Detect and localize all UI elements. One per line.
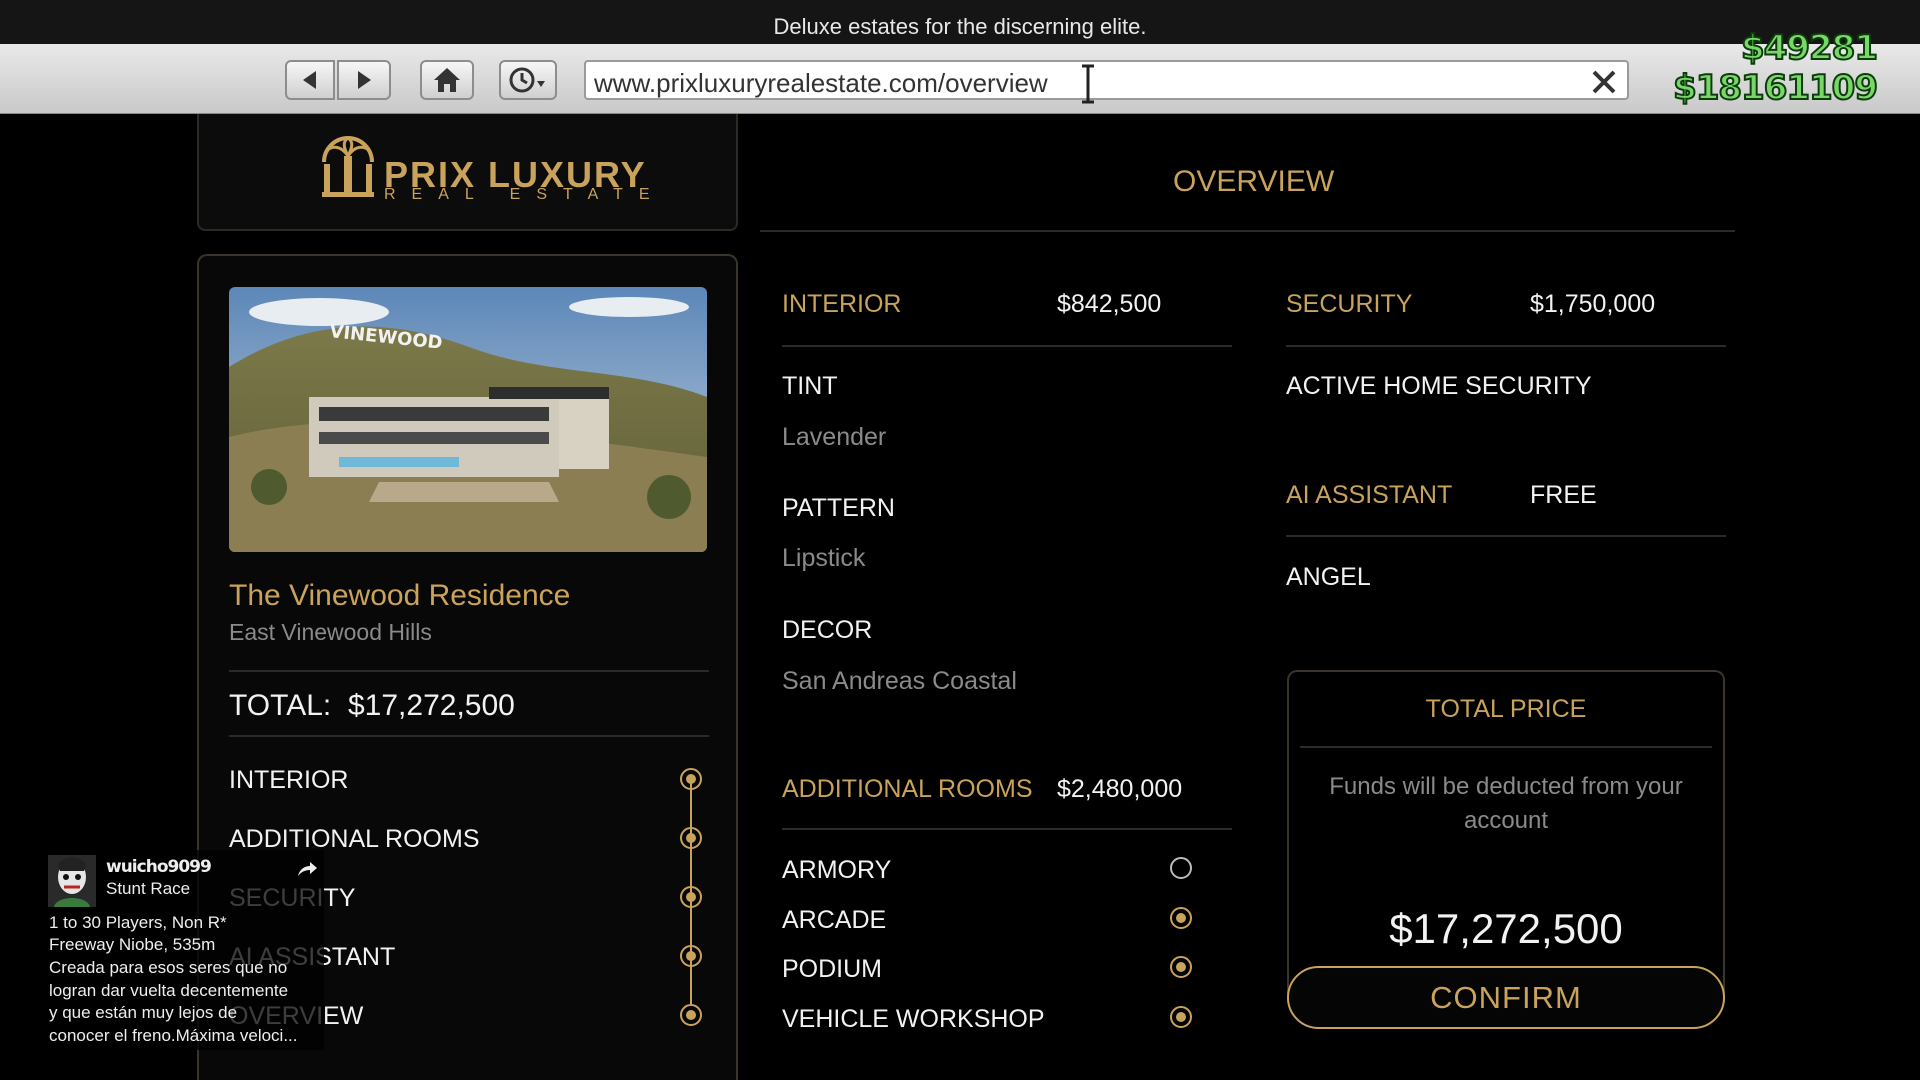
url-text: www.prixluxuryrealestate.com/overview	[594, 68, 1048, 98]
text-cursor-icon	[1082, 64, 1094, 104]
forward-button[interactable]	[337, 60, 391, 100]
total-price-value: $17,272,500	[1389, 905, 1623, 952]
notification-line: conocer el freno.Máxima veloci...	[49, 1026, 298, 1045]
step-security-indicator	[680, 886, 702, 908]
logo-subtitle: REAL ESTATE	[384, 186, 666, 203]
notification-line: Freeway Niobe, 535m	[49, 935, 216, 954]
total-price-note: Funds will be deducted from your account	[1329, 773, 1683, 834]
site-tagline: Deluxe estates for the discerning elite.	[773, 14, 1147, 39]
divider	[782, 828, 1232, 830]
room-vehicle-workshop-radio[interactable]	[1170, 1006, 1192, 1028]
total-price-heading: TOTAL PRICE	[1425, 695, 1587, 723]
divider	[1300, 746, 1712, 748]
palm-tree-logo-icon	[322, 136, 374, 197]
security-heading: SECURITY	[1286, 290, 1413, 318]
notification-line: y que están muy lejos de	[49, 1003, 238, 1022]
confirm-button[interactable]: CONFIRM	[1287, 966, 1725, 1029]
step-interior-indicator	[680, 768, 702, 790]
share-arrow-icon	[298, 862, 317, 876]
pattern-value: Lipstick	[782, 544, 866, 572]
divider	[1286, 535, 1726, 537]
url-input[interactable]: www.prixluxuryrealestate.com/overview	[584, 60, 1629, 104]
property-location: East Vinewood Hills	[229, 619, 432, 645]
pattern-label: PATTERN	[782, 494, 895, 522]
ai-assistant-price: FREE	[1530, 481, 1597, 509]
step-rooms-indicator	[680, 827, 702, 849]
total-label: TOTAL:	[229, 689, 332, 722]
tint-value: Lavender	[782, 423, 887, 451]
divider	[1286, 345, 1726, 347]
interior-heading: INTERIOR	[782, 290, 902, 318]
room-podium: PODIUM	[782, 955, 882, 983]
room-armory-radio[interactable]	[1170, 857, 1192, 879]
step-interior[interactable]: INTERIOR	[229, 766, 348, 795]
back-button[interactable]	[285, 60, 335, 100]
property-name: The Vinewood Residence	[229, 579, 571, 612]
clear-url-button[interactable]	[1588, 66, 1620, 98]
ai-assistant-heading: AI ASSISTANT	[1286, 481, 1453, 509]
notification-line: logran dar vuelta decentemente	[49, 981, 289, 1000]
ai-assistant-item: ANGEL	[1286, 563, 1371, 591]
security-price: $1,750,000	[1530, 290, 1656, 318]
security-item: ACTIVE HOME SECURITY	[1286, 372, 1592, 400]
room-arcade-radio[interactable]	[1170, 907, 1192, 929]
divider	[782, 345, 1232, 347]
room-podium-radio[interactable]	[1170, 956, 1192, 978]
additional-rooms-price: $2,480,000	[1057, 775, 1183, 803]
notification-user: wuicho9099	[106, 857, 212, 877]
total-value: $17,272,500	[348, 689, 515, 722]
arrow-left-icon	[303, 71, 316, 89]
room-arcade: ARCADE	[782, 906, 887, 934]
history-clock-icon	[509, 67, 545, 93]
room-armory: ARMORY	[782, 856, 892, 884]
decor-value: San Andreas Coastal	[782, 667, 1017, 695]
history-button[interactable]	[499, 60, 557, 100]
browser-toolbar: www.prixluxuryrealestate.com/overview	[0, 44, 1920, 114]
notification-line: Creada para esos seres que no	[49, 958, 288, 977]
home-icon	[434, 68, 460, 92]
cash-balance: $49281	[1740, 27, 1879, 69]
additional-rooms-heading: ADDITIONAL ROOMS	[782, 775, 1033, 803]
property-photo: VINEWOOD	[229, 287, 707, 552]
step-ai-indicator	[680, 945, 702, 967]
user-avatar	[48, 855, 96, 907]
close-icon	[1592, 70, 1616, 94]
divider	[229, 670, 709, 672]
notification-line: 1 to 30 Players, Non R*	[49, 913, 227, 932]
divider	[229, 735, 709, 737]
room-vehicle-workshop: VEHICLE WORKSHOP	[782, 1005, 1045, 1033]
notification-type: Stunt Race	[106, 879, 191, 898]
interior-price: $842,500	[1057, 290, 1162, 318]
divider	[760, 230, 1735, 232]
tint-label: TINT	[782, 372, 838, 400]
page-title: OVERVIEW	[1173, 165, 1335, 198]
bank-balance: $18161109	[1672, 67, 1879, 109]
arrow-right-icon	[358, 71, 371, 89]
step-overview-indicator	[680, 1004, 702, 1026]
home-button[interactable]	[420, 60, 474, 100]
decor-label: DECOR	[782, 616, 873, 644]
